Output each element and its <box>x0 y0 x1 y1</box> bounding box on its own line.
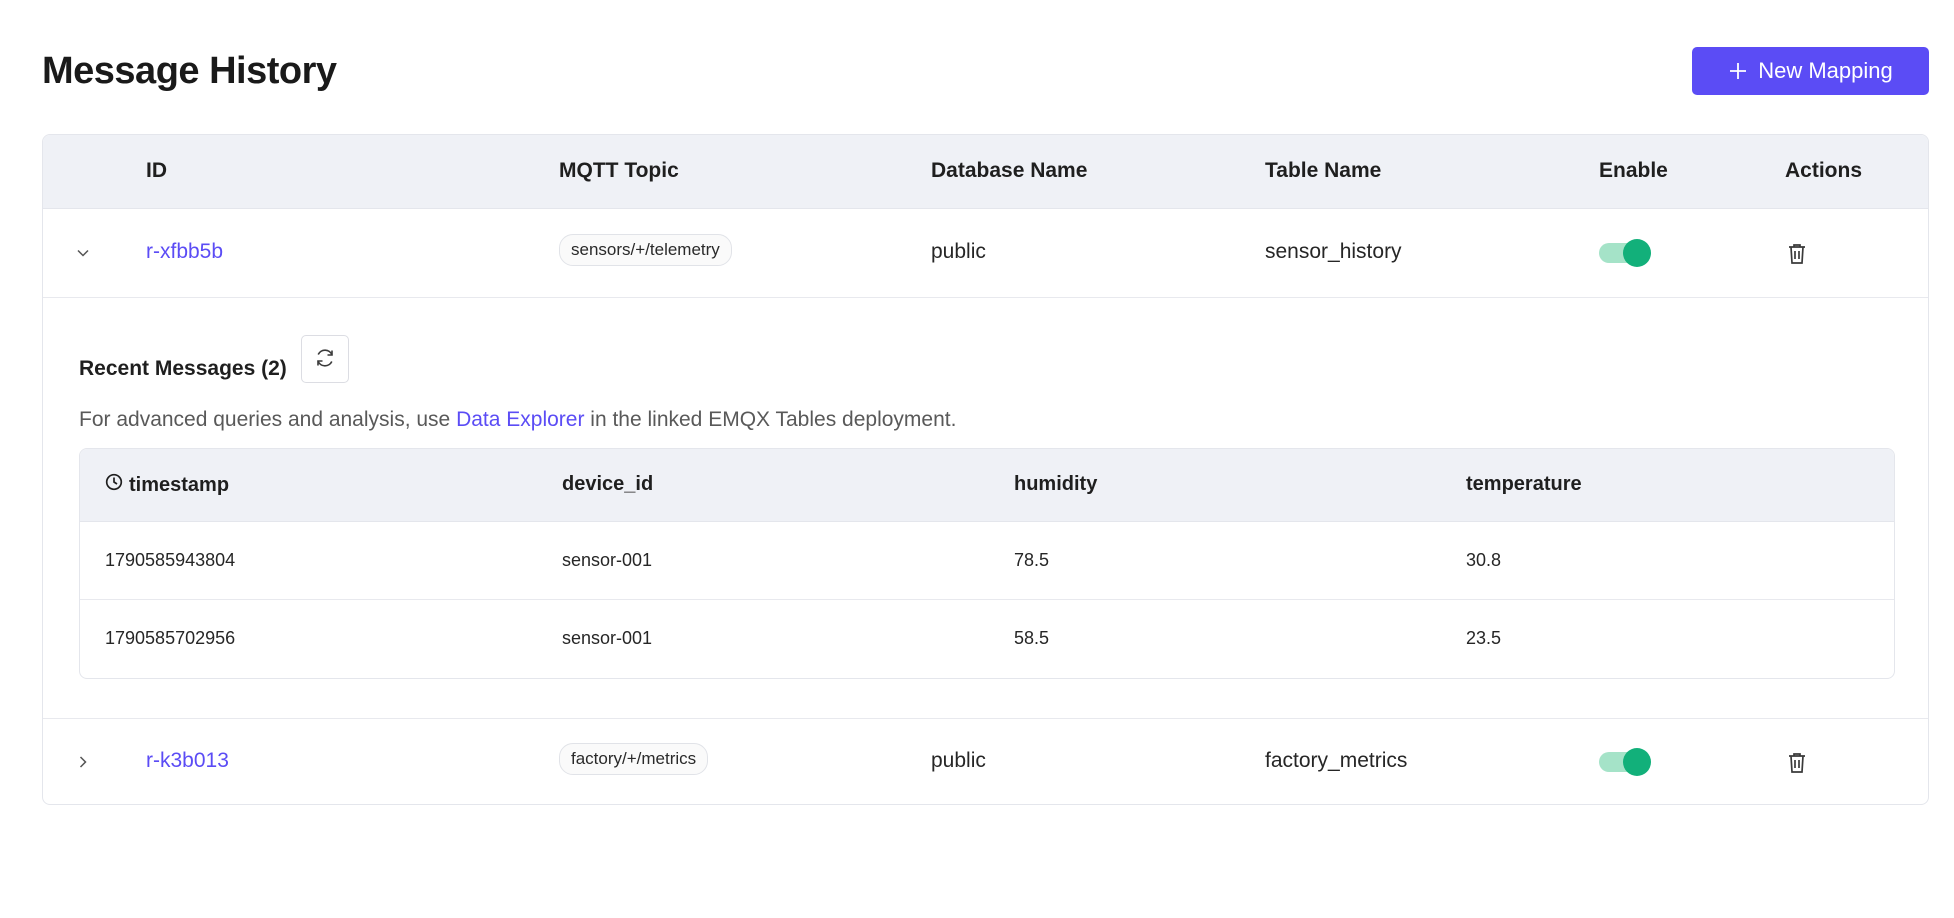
chevron-down-icon[interactable] <box>73 243 93 263</box>
page: Message History New Mapping ID MQTT Topi… <box>0 0 1954 918</box>
message-row: 1790585943804 sensor-001 78.5 30.8 <box>80 522 1894 600</box>
timestamp-label: timestamp <box>129 473 230 496</box>
humidity-cell: 78.5 <box>1014 550 1050 570</box>
timestamp-cell: 1790585702956 <box>105 628 236 648</box>
device-id-cell: sensor-001 <box>562 550 653 570</box>
database-name: public <box>931 240 986 263</box>
trash-icon[interactable] <box>1786 751 1808 775</box>
expanded-details: Recent Messages (2) For advanced queries… <box>43 298 1928 719</box>
table-name: sensor_history <box>1265 240 1402 263</box>
database-name: public <box>931 749 986 772</box>
table-row: r-k3b013 factory/+/metrics public factor… <box>43 719 1928 804</box>
column-header-database: Database Name <box>931 159 1088 182</box>
recent-messages-header: timestamp device_id humidity temperature <box>80 449 1894 522</box>
toggle-knob <box>1623 748 1651 776</box>
new-mapping-button[interactable]: New Mapping <box>1692 47 1929 95</box>
table-row: r-xfbb5b sensors/+/telemetry public sens… <box>43 209 1928 298</box>
column-header-id: ID <box>146 159 167 182</box>
toggle-knob <box>1623 239 1651 267</box>
page-title: Message History <box>42 50 337 92</box>
table-name: factory_metrics <box>1265 749 1408 772</box>
column-header-timestamp: timestamp <box>105 473 229 497</box>
humidity-cell: 58.5 <box>1014 628 1050 648</box>
data-explorer-link[interactable]: Data Explorer <box>456 408 584 431</box>
trash-icon[interactable] <box>1786 242 1808 266</box>
info-text: For advanced queries and analysis, use D… <box>79 408 956 432</box>
timestamp-cell: 1790585943804 <box>105 550 236 570</box>
temperature-cell: 30.8 <box>1466 550 1502 570</box>
column-header-enable: Enable <box>1599 159 1668 182</box>
clock-icon <box>105 473 123 497</box>
info-prefix: For advanced queries and analysis, use <box>79 408 457 431</box>
row-id-link[interactable]: r-xfbb5b <box>146 240 223 264</box>
message-row: 1790585702956 sensor-001 58.5 23.5 <box>80 600 1894 678</box>
refresh-icon <box>313 346 337 373</box>
chevron-right-icon[interactable] <box>73 752 93 772</box>
topic-tag: factory/+/metrics <box>559 743 709 775</box>
column-header-humidity: humidity <box>1014 473 1098 495</box>
column-header-actions: Actions <box>1785 159 1863 182</box>
plus-icon <box>1728 61 1748 81</box>
refresh-button[interactable] <box>301 335 349 383</box>
column-header-temperature: temperature <box>1466 473 1582 495</box>
temperature-cell: 23.5 <box>1466 628 1502 648</box>
row-id-link[interactable]: r-k3b013 <box>146 749 229 773</box>
column-header-table: Table Name <box>1265 159 1382 182</box>
device-id-cell: sensor-001 <box>562 628 653 648</box>
recent-messages-table: timestamp device_id humidity temperature… <box>79 448 1895 679</box>
recent-messages-title: Recent Messages (2) <box>79 357 287 380</box>
info-suffix: in the linked EMQX Tables deployment. <box>584 408 957 431</box>
column-header-topic: MQTT Topic <box>559 159 679 182</box>
column-header-device-id: device_id <box>562 473 654 495</box>
enable-toggle[interactable] <box>1599 748 1651 776</box>
new-mapping-label: New Mapping <box>1758 58 1893 83</box>
enable-toggle[interactable] <box>1599 239 1651 267</box>
topic-tag: sensors/+/telemetry <box>559 234 732 266</box>
table-header: ID MQTT Topic Database Name Table Name E… <box>43 135 1928 209</box>
mappings-table: ID MQTT Topic Database Name Table Name E… <box>42 134 1929 805</box>
